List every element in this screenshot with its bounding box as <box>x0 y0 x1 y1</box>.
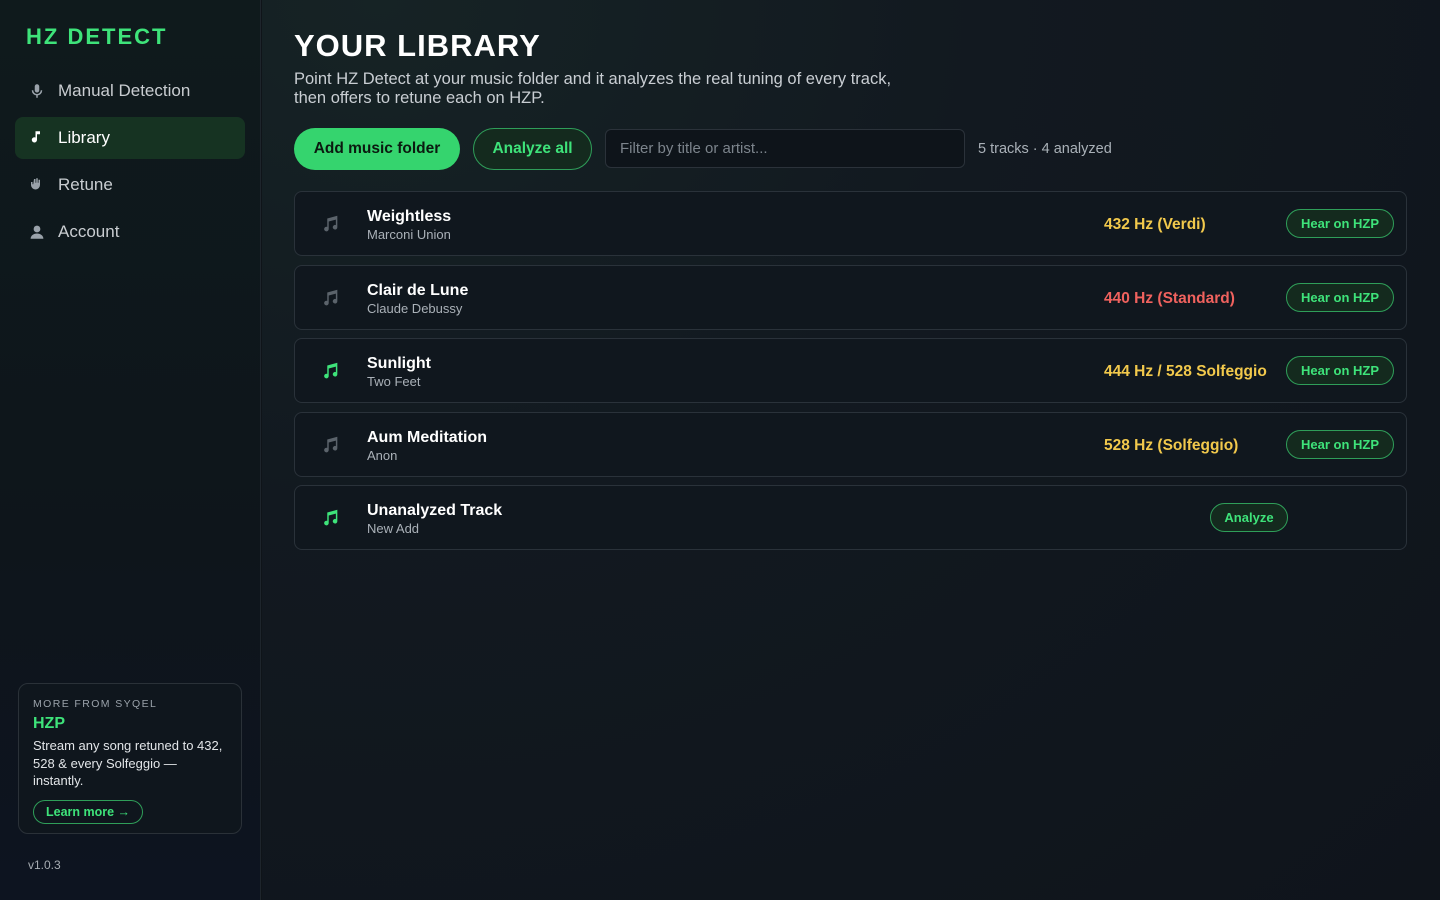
sidebar-item-account[interactable]: Account <box>15 211 245 253</box>
sidebar-item-library[interactable]: Library <box>15 117 245 159</box>
track-artist: Anon <box>367 447 398 463</box>
track-artist: Marconi Union <box>367 227 451 242</box>
app-version: v1.0.3 <box>28 858 61 872</box>
music-note-icon <box>319 434 341 456</box>
music-note-icon <box>27 128 47 148</box>
page-subtitle: Point HZ Detect at your music folder and… <box>294 70 954 108</box>
hear-on-hzp-button[interactable]: Hear on HZP <box>1286 282 1394 312</box>
promo-card: MORE FROM SYQEL HZP Stream any song retu… <box>18 683 242 834</box>
track-tuning: 528 Hz (Solfeggio) <box>1104 436 1239 454</box>
sidebar-item-retune[interactable]: Retune <box>15 164 245 206</box>
track-artist: Two Feet <box>367 374 421 389</box>
promo-kicker: MORE FROM SYQEL <box>33 698 158 710</box>
main-content: YOUR LIBRARY Point HZ Detect at your mus… <box>262 0 1440 900</box>
sidebar-item-label: Manual Detection <box>58 81 191 100</box>
hear-on-hzp-button[interactable]: Hear on HZP <box>1286 429 1394 459</box>
track-row[interactable]: Aum Meditation Anon 528 Hz (Solfeggio) H… <box>294 411 1407 477</box>
filter-input[interactable] <box>605 129 965 168</box>
sidebar-item-label: Library <box>58 128 110 147</box>
track-title: Weightless <box>367 208 452 225</box>
music-note-icon <box>319 507 341 529</box>
hear-on-hzp-button[interactable]: Hear on HZP <box>1286 356 1394 385</box>
sidebar: HZ DETECT Manual Detection Library Retun… <box>0 0 261 900</box>
subtitle-line: Point HZ Detect at your music folder and… <box>294 70 892 88</box>
learn-more-button[interactable]: Learn more → <box>33 799 144 824</box>
sidebar-nav: Manual Detection Library Retune Account <box>15 70 245 258</box>
track-title: Unanalyzed Track <box>367 502 503 519</box>
track-title: Sunlight <box>367 355 431 372</box>
analyze-all-button[interactable]: Analyze all <box>473 128 592 170</box>
add-music-folder-button[interactable]: Add music folder <box>294 128 460 170</box>
sidebar-item-manual-detection[interactable]: Manual Detection <box>15 70 245 112</box>
track-count: 5 tracks · 4 analyzed <box>978 141 1112 157</box>
music-note-icon <box>319 213 341 235</box>
track-row[interactable]: Clair de Lune Claude Debussy 440 Hz (Sta… <box>294 264 1407 330</box>
track-list: Weightless Marconi Union 432 Hz (Verdi) … <box>294 191 1407 559</box>
app-brand: HZ DETECT <box>26 24 168 49</box>
track-row[interactable]: Weightless Marconi Union 432 Hz (Verdi) … <box>294 191 1407 256</box>
page-title: YOUR LIBRARY <box>294 28 541 63</box>
promo-text: Stream any song retuned to 432, 528 & ev… <box>33 738 223 788</box>
microphone-icon <box>27 81 47 101</box>
music-note-icon <box>319 360 341 382</box>
track-row[interactable]: Unanalyzed Track New Add Analyze <box>294 485 1407 550</box>
hear-on-hzp-button[interactable]: Hear on HZP <box>1286 209 1394 238</box>
sidebar-item-label: Retune <box>58 175 113 194</box>
track-artist: Claude Debussy <box>367 300 463 316</box>
user-icon <box>27 222 47 242</box>
music-note-icon <box>319 287 341 309</box>
track-row[interactable]: Sunlight Two Feet 444 Hz / 528 Solfeggio… <box>294 338 1407 403</box>
track-tuning: 432 Hz (Verdi) <box>1104 216 1206 233</box>
track-title: Clair de Lune <box>367 281 469 299</box>
promo-title: HZP <box>33 715 65 732</box>
subtitle-line: then offers to retune each on HZP. <box>294 89 545 107</box>
track-tuning: 444 Hz / 528 Solfeggio <box>1104 363 1267 380</box>
retune-icon <box>27 175 47 195</box>
sidebar-item-label: Account <box>58 222 120 241</box>
track-title: Aum Meditation <box>367 428 487 446</box>
track-artist: New Add <box>367 521 420 536</box>
track-tuning: 440 Hz (Standard) <box>1104 289 1235 307</box>
analyze-track-button[interactable]: Analyze <box>1210 503 1288 532</box>
